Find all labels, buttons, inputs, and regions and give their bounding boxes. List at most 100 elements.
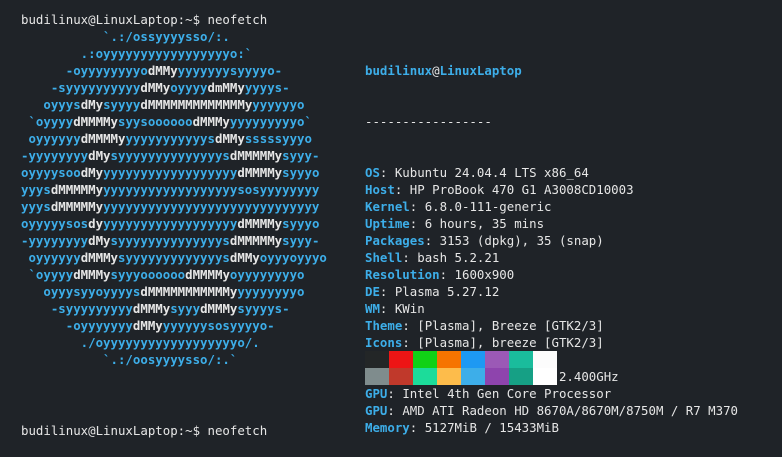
logo-segment: -oyyyyyyyyo: [21, 63, 148, 78]
logo-segment: syyyys-: [237, 301, 290, 316]
logo-segment: dMMMy: [73, 267, 111, 282]
logo-segment: sssssyyyo: [244, 131, 312, 146]
info-value: KWin: [394, 301, 425, 316]
info-key: GPU: [365, 403, 388, 418]
system-info-panel: budilinux@LinuxLaptop ----------------- …: [365, 28, 738, 453]
color-swatch-normal: [389, 351, 413, 368]
logo-segment: yyyyyyyyyyyyyyyyyyyyyyyyyyyyy: [103, 199, 320, 214]
logo-segment: dMy: [80, 165, 104, 180]
logo-segment: dMMMMy: [185, 267, 230, 282]
info-colon: :: [424, 233, 440, 248]
color-swatch-normal: [365, 351, 389, 368]
logo-line: -yyyyyyyydMysyyyyyyyyyyyyyysdMMMMMysyyy-: [21, 232, 327, 249]
info-value: 6.8.0-111-generic: [424, 199, 552, 214]
info-key: Uptime: [365, 216, 410, 231]
info-colon: :: [379, 165, 395, 180]
logo-segment: syyyyyyyyyyyyyys: [110, 233, 230, 248]
logo-segment: syyy-: [282, 148, 320, 163]
logo-segment: oyyyysoo: [21, 165, 81, 180]
color-palette: [365, 351, 557, 385]
info-key: Memory: [365, 420, 410, 435]
info-value: Intel 4th Gen Core Processor: [402, 386, 612, 401]
info-value: [Plasma], breeze [GTK2/3]: [417, 335, 604, 350]
logo-segment: dmMMy: [207, 80, 245, 95]
color-swatch-normal: [533, 351, 557, 368]
palette-normal-row: [365, 351, 557, 368]
logo-segment: dMMy: [229, 250, 260, 265]
logo-segment: oyyyyyy: [21, 250, 81, 265]
logo-line: oyyyysoodMyyyyyyyyyyyyyyyyyyydMMMMysyyyo: [21, 164, 327, 181]
logo-segment: dMMMMMy: [229, 148, 283, 163]
info-colon: :: [402, 318, 418, 333]
username: budilinux: [365, 63, 433, 78]
logo-segment: dMMy: [132, 318, 163, 333]
logo-segment: dMMMMMy: [229, 233, 283, 248]
logo-segment: `oyyyy: [21, 114, 74, 129]
logo-segment: dMMMMy: [80, 131, 126, 146]
logo-line: `oyyyydMMMysyyyoooooodMMMMyoyyyyyyyyo: [21, 266, 327, 283]
logo-segment: dMMMy: [192, 114, 230, 129]
info-key: OS: [365, 165, 380, 180]
logo-segment: `.:/oosyyyysso/:.`: [21, 352, 238, 367]
info-key: Packages: [365, 233, 425, 248]
info-colon: :: [379, 284, 395, 299]
info-key: GPU: [365, 386, 388, 401]
logo-segment: yyys: [21, 199, 51, 214]
logo-segment: -yyyyyyyy: [21, 233, 89, 248]
color-swatch-normal: [413, 351, 437, 368]
logo-line: `oyyyydMMMMysyysoooooodMMMyyyyyyyyyyo`: [21, 113, 327, 130]
logo-line: `.:/oosyyyysso/:.`: [21, 351, 327, 368]
info-row-theme: Theme: [Plasma], Breeze [GTK2/3]: [365, 317, 738, 334]
info-value: 3153 (dpkg), 35 (snap): [439, 233, 604, 248]
color-swatch-bright: [389, 368, 413, 385]
logo-segment: dy: [88, 216, 104, 231]
logo-segment: yyyyyyyyyyyyyyyyyysosyyyyyyyy: [103, 182, 320, 197]
info-key: Host: [365, 182, 395, 197]
logo-line: oyyyyysosdyyyyyyyyyyyyyyyyyyydMMMMysyyyo: [21, 215, 327, 232]
color-swatch-normal: [509, 351, 533, 368]
info-key: DE: [365, 284, 380, 299]
logo-line: -oyyyyyyydMMyyyyyyysosyyyyo-: [21, 317, 327, 334]
info-row-packages: Packages: 3153 (dpkg), 35 (snap): [365, 232, 738, 249]
logo-line: -yyyyyyyydMysyyyyyyyyyyyyyysdMMMMMysyyy-: [21, 147, 327, 164]
logo-line: yyysdMMMMMyyyyyyyyyyyyyyyyyyysosyyyyyyyy: [21, 181, 327, 198]
logo-segment: -yyyyyyyy: [21, 148, 89, 163]
logo-line: oyyysdMysyyyydMMMMMMMMMMMMMyyyyyyyo: [21, 96, 327, 113]
info-row-memory: Memory: 5127MiB / 15433MiB: [365, 419, 738, 436]
logo-segment: yyys: [21, 182, 51, 197]
logo-segment: oyyyy: [170, 80, 208, 95]
logo-line: `.:/ossyyyysso/:.: [21, 28, 327, 45]
logo-segment: syyyo: [282, 165, 320, 180]
logo-segment: syyyy: [103, 97, 141, 112]
color-swatch-bright: [365, 368, 389, 385]
info-colon: :: [402, 335, 418, 350]
info-colon: :: [439, 267, 455, 282]
info-key: Theme: [365, 318, 403, 333]
color-swatch-bright: [509, 368, 533, 385]
logo-segment: syyyyyyyyyyyyys: [118, 250, 230, 265]
info-colon: :: [394, 182, 410, 197]
info-row-uptime: Uptime: 6 hours, 35 mins: [365, 215, 738, 232]
color-swatch-normal: [461, 351, 485, 368]
color-swatch-bright: [413, 368, 437, 385]
info-row-shell: Shell: bash 5.2.21: [365, 249, 738, 266]
info-colon: :: [387, 403, 403, 418]
logo-segment: syysoooooo: [117, 114, 193, 129]
color-swatch-normal: [485, 351, 509, 368]
logo-line: .:oyyyyyyyyyyyyyyyyyo:`: [21, 45, 327, 62]
logo-segment: dMMMMy: [237, 165, 283, 180]
info-colon: :: [402, 250, 418, 265]
logo-line: oyyyyyydMMMMyyyyyyyyyyyysdMMysssssyyyo: [21, 130, 327, 147]
info-row-icons: Icons: [Plasma], breeze [GTK2/3]: [365, 334, 738, 351]
shell-prompt-bottom: budilinux@LinuxLaptop:~$ neofetch: [21, 423, 268, 438]
logo-segment: `.:/ossyyyysso/:.: [21, 29, 230, 44]
logo-segment: oyyyyyy: [21, 131, 81, 146]
logo-segment: dMMMy: [200, 301, 238, 316]
logo-segment: syyyyyyyyyyyyyys: [110, 148, 230, 163]
info-value: 6 hours, 35 mins: [424, 216, 545, 231]
logo-line: oyyysyyoyyyysdMMMMMMMMMMMyyyyyyyyyo: [21, 283, 327, 300]
color-swatch-bright: [533, 368, 557, 385]
info-colon: :: [409, 216, 425, 231]
color-swatch-bright: [485, 368, 509, 385]
logo-segment: yyyyyyo: [252, 97, 305, 112]
